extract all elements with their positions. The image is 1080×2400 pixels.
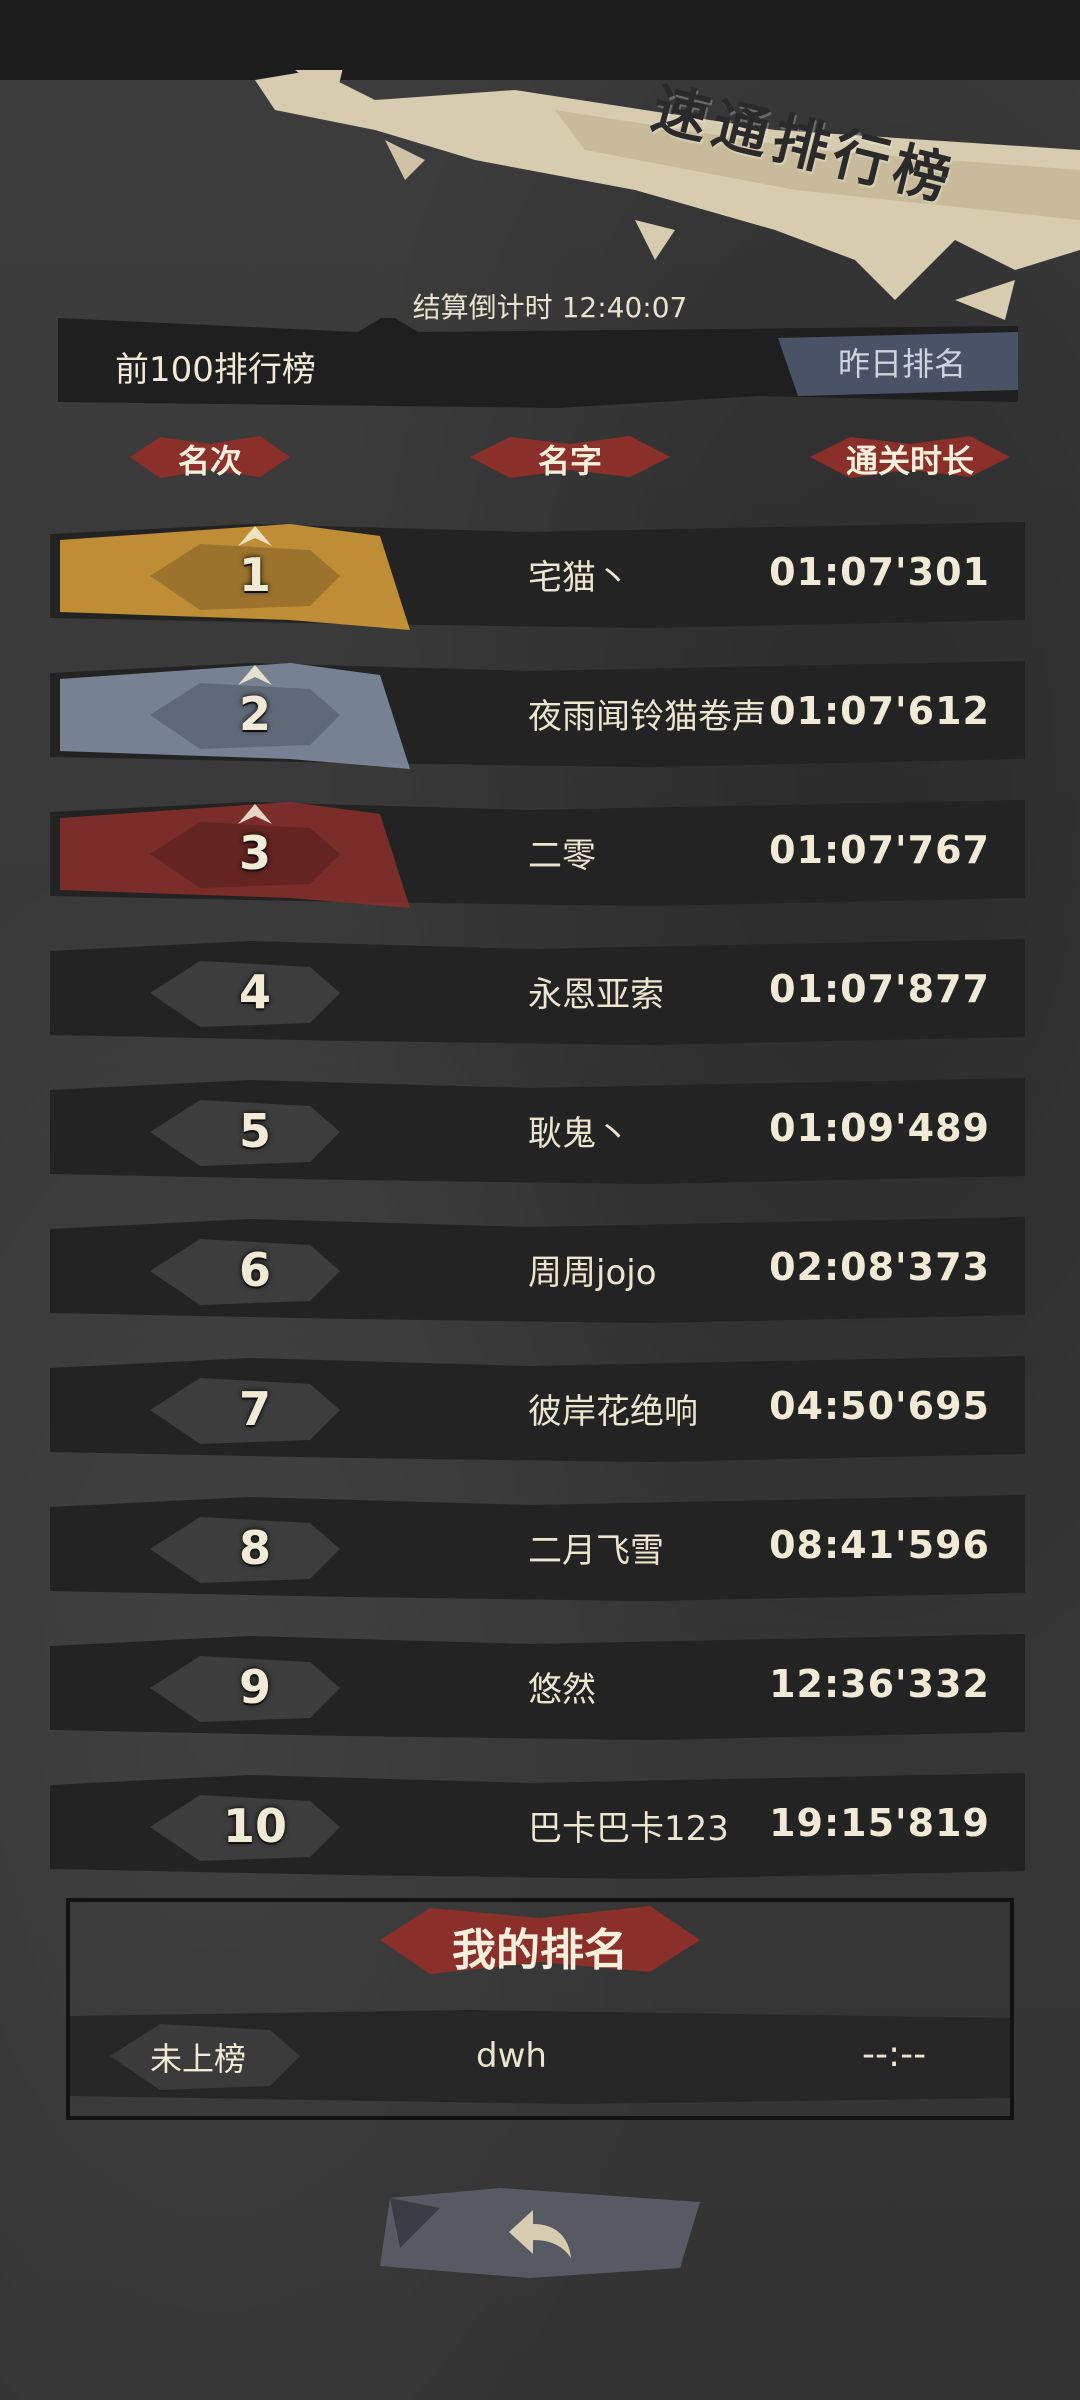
back-button[interactable] xyxy=(380,2188,700,2278)
clear-time: 01:07'301 xyxy=(769,550,990,594)
leaderboard-row: 10 巴卡巴卡123 19:15'819 xyxy=(50,1771,1025,1881)
player-name: 巴卡巴卡123 xyxy=(528,1809,729,1849)
yesterday-ranking-button[interactable]: 昨日排名 xyxy=(782,336,1022,392)
player-name: 二零 xyxy=(528,836,596,876)
rank-number: 2 xyxy=(238,687,271,741)
clear-time: 19:15'819 xyxy=(769,1801,990,1845)
rank-number: 5 xyxy=(238,1104,271,1158)
leaderboard-row: 9 悠然 12:36'332 xyxy=(50,1632,1025,1742)
clear-time: 02:08'373 xyxy=(769,1245,990,1289)
column-header-rank: 名次 xyxy=(177,442,242,480)
player-name: 彼岸花绝响 xyxy=(528,1392,698,1432)
leaderboard-row: 6 周周jojo 02:08'373 xyxy=(50,1215,1025,1325)
leaderboard-row: 3 二零 01:07'767 xyxy=(50,798,1025,908)
player-name: 宅猫丶 xyxy=(528,558,630,598)
rank-number: 7 xyxy=(238,1382,271,1436)
player-name: 悠然 xyxy=(528,1670,596,1710)
leaderboard-row: 1 宅猫丶 01:07'301 xyxy=(50,520,1025,630)
rank-number: 3 xyxy=(238,826,271,880)
clear-time: 01:07'767 xyxy=(769,828,990,872)
leaderboard-row: 8 二月飞雪 08:41'596 xyxy=(50,1493,1025,1603)
clear-time: 04:50'695 xyxy=(769,1384,990,1428)
rank-number: 8 xyxy=(238,1521,271,1575)
clear-time: 12:36'332 xyxy=(769,1662,990,1706)
rank-number: 9 xyxy=(238,1660,271,1714)
rank-number: 6 xyxy=(238,1243,271,1297)
clear-time: 08:41'596 xyxy=(769,1523,990,1567)
player-name: 耿鬼丶 xyxy=(528,1114,630,1154)
player-name: 二月飞雪 xyxy=(528,1531,664,1571)
top100-label: 前100排行榜 xyxy=(115,350,316,390)
leaderboard-row: 5 耿鬼丶 01:09'489 xyxy=(50,1076,1025,1186)
column-header-name: 名字 xyxy=(537,442,602,480)
rank-number: 4 xyxy=(238,965,271,1019)
player-name: 永恩亚索 xyxy=(528,975,664,1015)
my-player-name: dwh xyxy=(476,2036,547,2076)
my-rank-status: 未上榜 xyxy=(150,2040,247,2078)
clear-time: 01:07'877 xyxy=(769,967,990,1011)
rank-number: 1 xyxy=(238,548,271,602)
player-name: 周周jojo xyxy=(528,1253,657,1293)
my-rank-title: 我的排名 xyxy=(452,1925,628,1976)
column-header-time: 通关时长 xyxy=(845,442,974,480)
back-arrow-icon xyxy=(509,2210,571,2258)
clear-time: 01:07'612 xyxy=(769,689,990,733)
clear-time: 01:09'489 xyxy=(769,1106,990,1150)
player-name: 夜雨闻铃猫卷声 xyxy=(528,697,766,737)
top-status-bar xyxy=(0,0,1080,80)
leaderboard-row: 4 永恩亚索 01:07'877 xyxy=(50,937,1025,1047)
leaderboard-row: 7 彼岸花绝响 04:50'695 xyxy=(50,1354,1025,1464)
my-clear-time: --:-- xyxy=(862,2034,927,2075)
leaderboard-row: 2 夜雨闻铃猫卷声 01:07'612 xyxy=(50,659,1025,769)
rank-number: 10 xyxy=(222,1799,287,1853)
